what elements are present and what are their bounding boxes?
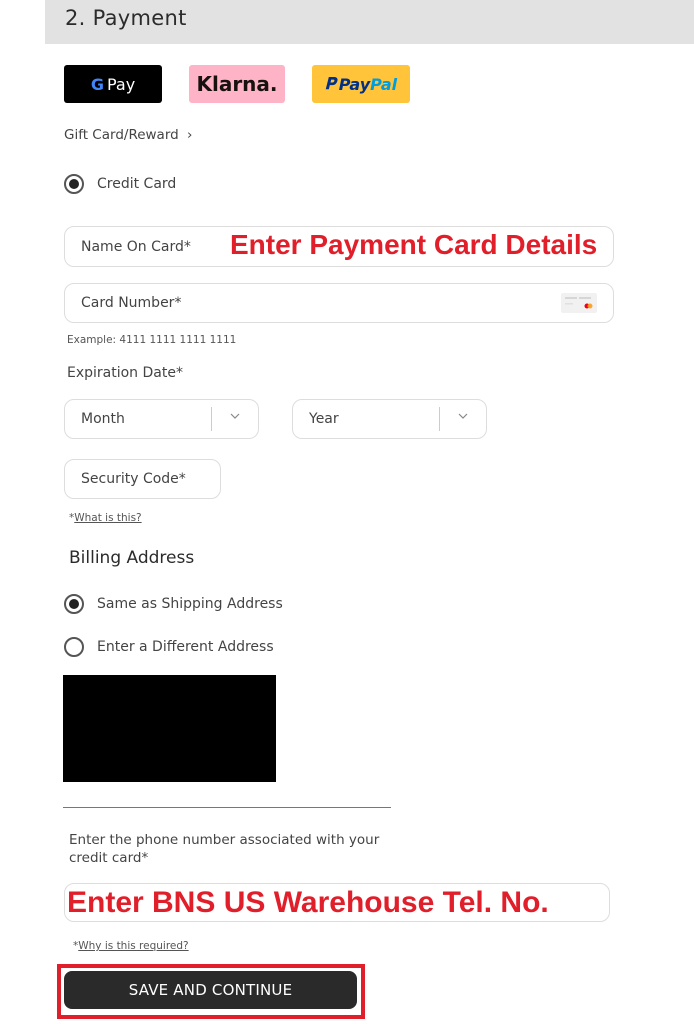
credit-card-icon bbox=[561, 293, 597, 313]
billing-option-different[interactable]: Enter a Different Address bbox=[64, 637, 274, 657]
billing-address-title: Billing Address bbox=[69, 548, 195, 568]
credit-card-radio-option[interactable]: Credit Card bbox=[64, 174, 176, 194]
year-select[interactable]: Year bbox=[292, 399, 487, 439]
month-placeholder: Month bbox=[81, 411, 125, 427]
select-divider bbox=[439, 407, 440, 431]
annotation-card-details: Enter Payment Card Details bbox=[230, 229, 598, 260]
section-title: 2. Payment bbox=[65, 6, 187, 30]
divider-line bbox=[63, 807, 391, 808]
same-address-radio[interactable] bbox=[64, 594, 84, 614]
select-divider bbox=[211, 407, 212, 431]
same-address-label: Same as Shipping Address bbox=[97, 596, 283, 612]
expiration-date-label: Expiration Date* bbox=[67, 365, 183, 381]
different-address-radio[interactable] bbox=[64, 637, 84, 657]
google-pay-label: Pay bbox=[106, 74, 136, 94]
gift-card-link[interactable]: Gift Card/Reward › bbox=[64, 127, 192, 143]
chevron-right-icon: › bbox=[187, 127, 193, 143]
security-code-input[interactable]: Security Code* bbox=[64, 459, 221, 499]
different-address-label: Enter a Different Address bbox=[97, 639, 274, 655]
klarna-label: Klarna. bbox=[196, 72, 278, 96]
paypal-logo-icon: 𝐏 bbox=[324, 74, 336, 93]
card-number-placeholder: Card Number* bbox=[81, 295, 182, 311]
phone-label: Enter the phone number associated with y… bbox=[69, 832, 380, 866]
paypal-label-b: Pal bbox=[370, 74, 398, 94]
redacted-address-block bbox=[63, 675, 276, 782]
gift-card-label: Gift Card/Reward bbox=[64, 127, 179, 143]
why-required-link[interactable]: Why is this required? bbox=[78, 940, 188, 952]
save-and-continue-button[interactable]: SAVE AND CONTINUE bbox=[64, 971, 357, 1009]
card-number-input[interactable]: Card Number* bbox=[64, 283, 614, 323]
paypal-label-a: Pay bbox=[338, 74, 371, 94]
billing-option-same[interactable]: Same as Shipping Address bbox=[64, 594, 283, 614]
annotation-phone: Enter BNS US Warehouse Tel. No. bbox=[67, 886, 549, 919]
paypal-button[interactable]: 𝐏 Pay Pal bbox=[312, 65, 410, 103]
klarna-button[interactable]: Klarna. bbox=[189, 65, 285, 103]
month-select[interactable]: Month bbox=[64, 399, 259, 439]
credit-card-radio[interactable] bbox=[64, 174, 84, 194]
chevron-down-icon bbox=[230, 413, 240, 419]
credit-card-label: Credit Card bbox=[97, 176, 177, 192]
google-pay-button[interactable]: G Pay bbox=[64, 65, 162, 103]
card-example-text: Example: 4111 1111 1111 1111 bbox=[67, 334, 237, 346]
name-on-card-placeholder: Name On Card* bbox=[81, 238, 191, 255]
security-code-placeholder: Security Code* bbox=[81, 471, 186, 487]
security-help: *What is this? bbox=[69, 512, 142, 524]
google-g-icon: G bbox=[90, 74, 104, 94]
phone-help: *Why is this required? bbox=[73, 940, 189, 952]
what-is-this-link[interactable]: What is this? bbox=[74, 512, 141, 524]
chevron-down-icon bbox=[458, 413, 468, 419]
year-placeholder: Year bbox=[309, 411, 339, 427]
